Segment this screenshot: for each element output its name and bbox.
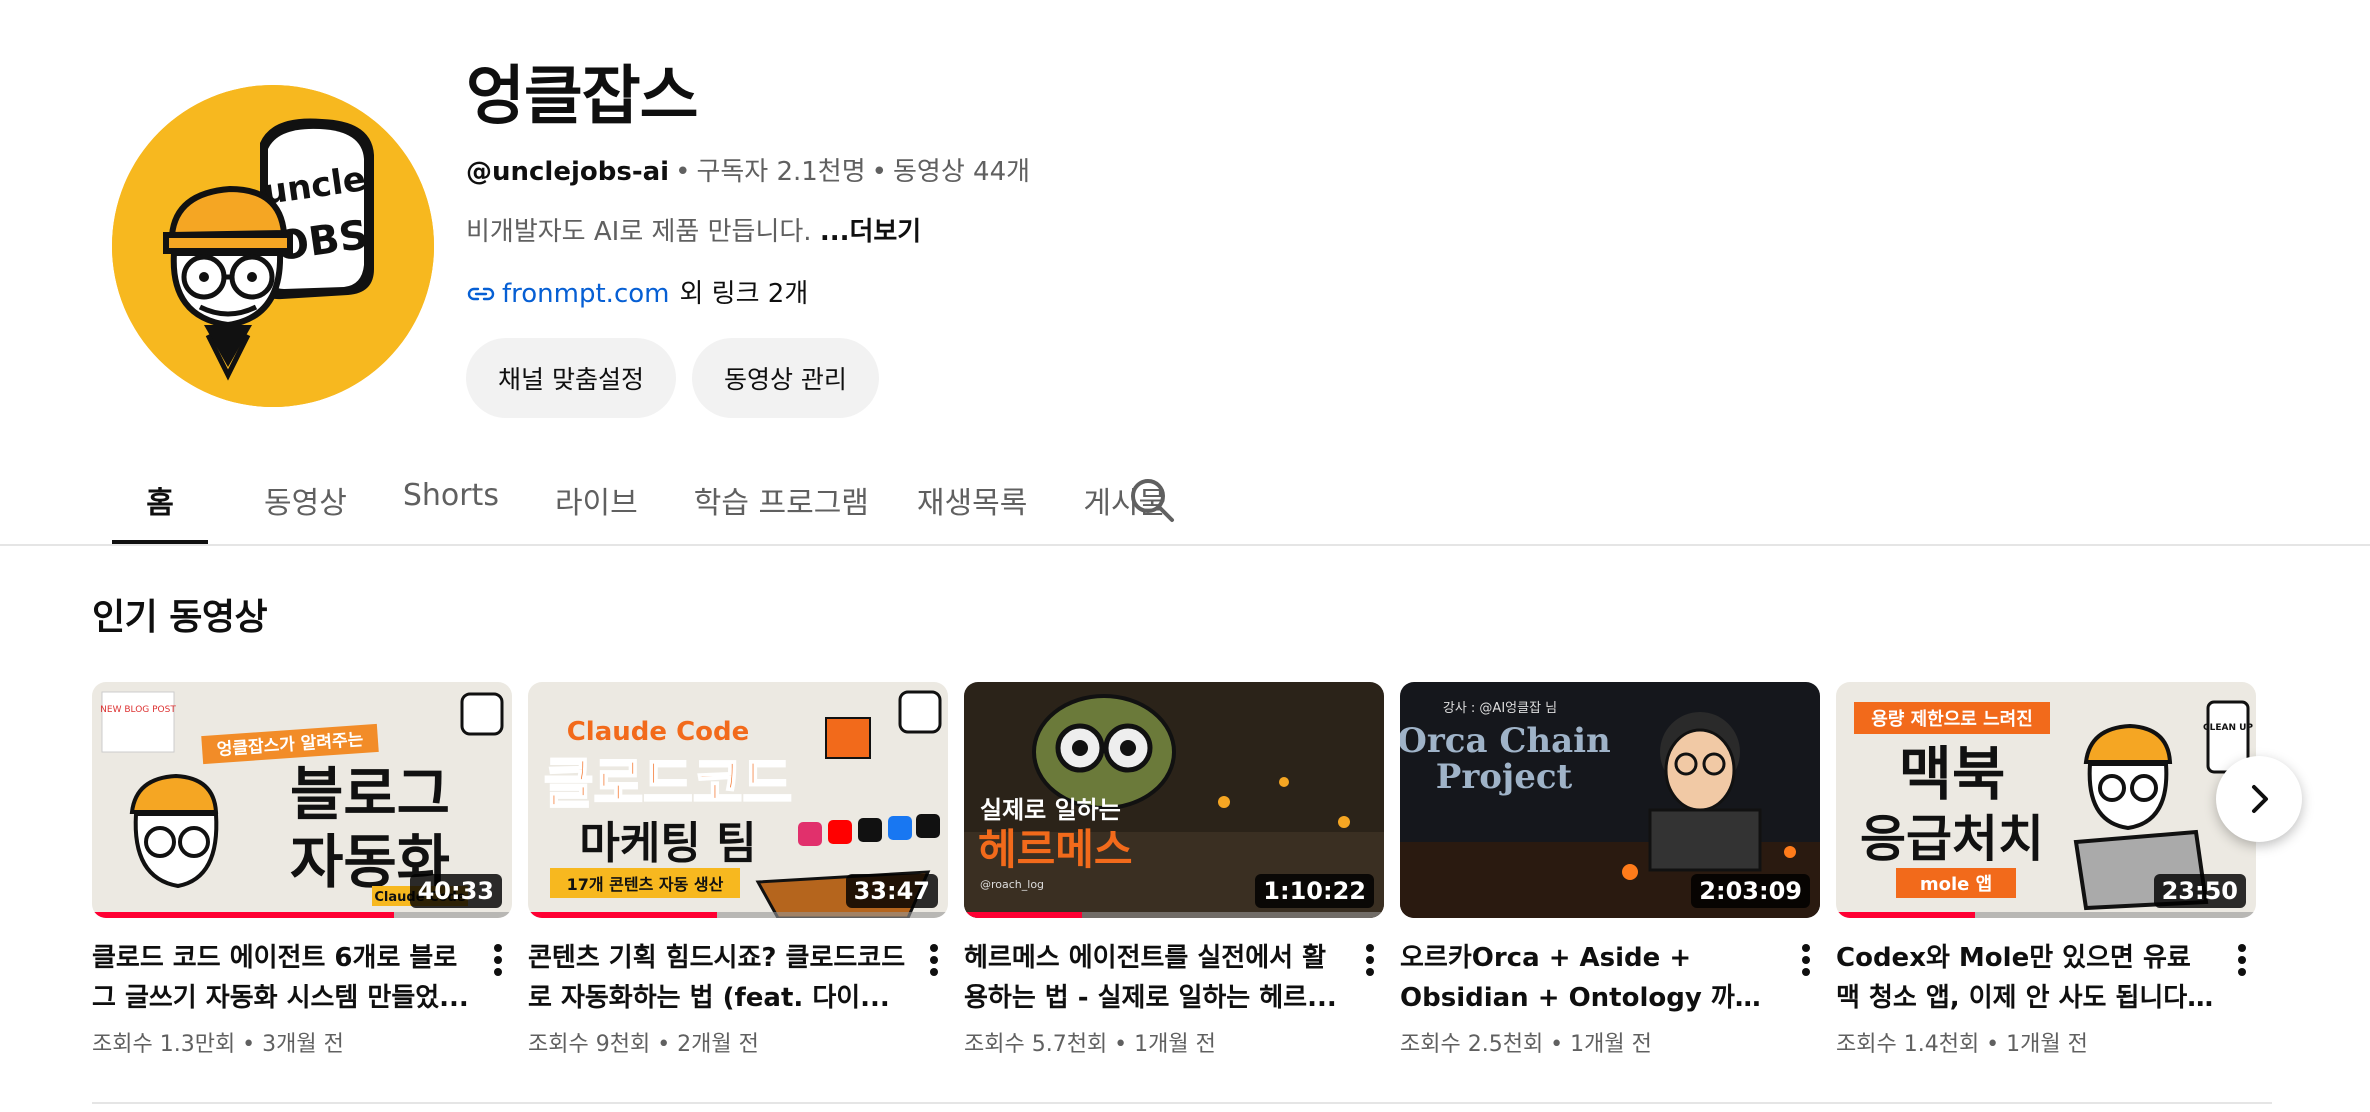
video-title[interactable]: 콘텐츠 기획 힘드시죠? 클로드코드로 자동화하는 법 (feat. 다이... <box>528 938 908 1018</box>
channel-tabs: 홈 동영상 Shorts 라이브 학습 프로그램 재생목록 게시물 <box>112 470 1166 544</box>
view-count: 조회수 5.7천회 <box>964 1032 1108 1057</box>
svg-text:mole 앱: mole 앱 <box>1920 874 1992 895</box>
more-vert-icon[interactable] <box>920 940 948 980</box>
separator-dot: • <box>675 157 691 187</box>
upload-age: 1개월 전 <box>1134 1032 1216 1057</box>
tabs-divider <box>0 544 2370 546</box>
video-duration: 1:10:22 <box>1255 874 1374 908</box>
search-icon[interactable] <box>1128 476 1178 526</box>
svg-text:마케팅 팀: 마케팅 팀 <box>579 818 756 869</box>
separator-dot: • <box>871 157 887 187</box>
tab-videos[interactable]: 동영상 <box>264 470 347 544</box>
view-count: 조회수 1.4천회 <box>1836 1032 1980 1057</box>
video-meta: 조회수 1.3만회 • 3개월 전 <box>92 1032 344 1057</box>
video-title[interactable]: Codex와 Mole만 있으면 유료 맥 청소 앱, 이제 안 사도 됩니다.… <box>1836 938 2216 1018</box>
tab-courses[interactable]: 학습 프로그램 <box>694 470 869 544</box>
video-duration: 2:03:09 <box>1691 874 1810 908</box>
more-vert-icon[interactable] <box>1356 940 1384 980</box>
video-duration: 40:33 <box>409 874 502 908</box>
view-count: 조회수 2.5천회 <box>1400 1032 1544 1057</box>
link-icon <box>467 287 495 301</box>
watch-progress <box>964 912 1082 918</box>
video-meta: 조회수 1.4천회 • 1개월 전 <box>1836 1032 2088 1057</box>
customize-channel-button[interactable]: 채널 맞춤설정 <box>466 338 676 418</box>
more-vert-icon[interactable] <box>1792 940 1820 980</box>
tab-home[interactable]: 홈 <box>112 470 208 544</box>
unclejobs-logo-icon: uncle JOBS <box>112 85 434 407</box>
video-card[interactable]: Claude Code 클로드코드 마케팅 팀 17개 콘텐츠 자동 생산 33… <box>528 682 948 1058</box>
video-duration: 33:47 <box>845 874 938 908</box>
svg-text:클로드코드: 클로드코드 <box>544 752 792 815</box>
svg-text:NEW BLOG POST: NEW BLOG POST <box>100 705 176 715</box>
video-title[interactable]: 오르카Orca + Aside + Obsidian + Ontology 까지… <box>1400 938 1780 1018</box>
channel-links[interactable]: fronmpt.com 외 링크 2개 <box>466 276 1866 312</box>
svg-text:맥북: 맥북 <box>1899 740 2006 808</box>
more-button[interactable]: ...더보기 <box>820 217 921 247</box>
upload-age: 3개월 전 <box>262 1032 344 1057</box>
view-count: 조회수 1.3만회 <box>92 1032 236 1057</box>
svg-text:17개 콘텐츠 자동 생산: 17개 콘텐츠 자동 생산 <box>567 875 724 894</box>
video-duration: 23:50 <box>2153 874 2246 908</box>
manage-videos-button[interactable]: 동영상 관리 <box>691 338 879 418</box>
svg-text:실제로 일하는: 실제로 일하는 <box>980 796 1121 824</box>
svg-text:Orca Chain: Orca Chain <box>1400 721 1611 761</box>
watch-progress <box>1836 912 1975 918</box>
video-thumbnail[interactable]: 강사 : @AI엉클잡 님 Orca Chain Project 2:03:09 <box>1400 682 1820 918</box>
video-thumbnail[interactable]: Claude Code 클로드코드 마케팅 팀 17개 콘텐츠 자동 생산 33… <box>528 682 948 918</box>
svg-text:CLEAN UP: CLEAN UP <box>2203 723 2253 733</box>
channel-name: 엉클잡스 <box>466 60 699 134</box>
chevron-right-icon <box>2252 785 2268 813</box>
svg-text:Project: Project <box>1436 757 1573 797</box>
video-thumbnail[interactable]: NEW BLOG POST 엉클잡스가 알려주는 블로그 자동화 Claude … <box>92 682 512 918</box>
channel-handle: @unclejobs-ai <box>466 157 670 187</box>
tab-live[interactable]: 라이브 <box>555 470 638 544</box>
channel-link[interactable]: fronmpt.com <box>502 276 669 312</box>
tab-shorts[interactable]: Shorts <box>403 470 499 544</box>
upload-age: 2개월 전 <box>677 1032 759 1057</box>
more-links[interactable]: 외 링크 2개 <box>679 276 808 312</box>
description-text: 비개발자도 AI로 제품 만듭니다. <box>466 217 812 247</box>
channel-avatar[interactable]: uncle JOBS <box>112 85 434 407</box>
video-card[interactable]: NEW BLOG POST 엉클잡스가 알려주는 블로그 자동화 Claude … <box>92 682 512 1058</box>
video-meta: 조회수 5.7천회 • 1개월 전 <box>964 1032 1216 1057</box>
svg-text:블로그: 블로그 <box>290 760 450 828</box>
svg-text:@roach_log: @roach_log <box>980 878 1044 891</box>
video-count: 동영상 44개 <box>893 157 1031 187</box>
video-thumbnail[interactable]: 실제로 일하는 헤르메스 @roach_log 1:10:22 <box>964 682 1384 918</box>
next-button[interactable] <box>2216 756 2302 842</box>
video-title[interactable]: 클로드 코드 에이전트 6개로 블로그 글쓰기 자동화 시스템 만들었... <box>92 938 472 1018</box>
video-thumbnail[interactable]: 용량 제한으로 느려진 맥북 응급처치 mole 앱 CLEAN UP 23:5… <box>1836 682 2256 918</box>
subscriber-count: 구독자 2.1천명 <box>696 157 866 187</box>
section-title: 인기 동영상 <box>92 597 268 638</box>
watch-progress <box>92 912 395 918</box>
watch-progress <box>528 912 717 918</box>
channel-description[interactable]: 비개발자도 AI로 제품 만듭니다. ...더보기 <box>466 214 1866 250</box>
section-divider <box>92 1102 2272 1104</box>
upload-age: 1개월 전 <box>1570 1032 1652 1057</box>
svg-text:Claude Code: Claude Code <box>567 717 750 747</box>
channel-actions: 채널 맞춤설정 동영상 관리 <box>466 338 1866 418</box>
svg-text:용량 제한으로 느려진: 용량 제한으로 느려진 <box>1871 709 2033 730</box>
view-count: 조회수 9천회 <box>528 1032 651 1057</box>
svg-text:헤르메스: 헤르메스 <box>978 825 1133 874</box>
video-card[interactable]: 실제로 일하는 헤르메스 @roach_log 1:10:22 헤르메스 에이전… <box>964 682 1384 1058</box>
video-card[interactable]: 강사 : @AI엉클잡 님 Orca Chain Project 2:03:09… <box>1400 682 1820 1058</box>
video-title[interactable]: 헤르메스 에이전트를 실전에서 활용하는 법 - 실제로 일하는 헤르... <box>964 938 1344 1018</box>
video-meta: 조회수 2.5천회 • 1개월 전 <box>1400 1032 1652 1057</box>
upload-age: 1개월 전 <box>2006 1032 2088 1057</box>
channel-info: 엉클잡스 @unclejobs-ai • 구독자 2.1천명 • 동영상 44개 비개발… <box>466 54 1866 418</box>
svg-text:강사 : @AI엉클잡 님: 강사 : @AI엉클잡 님 <box>1443 701 1557 716</box>
video-card[interactable]: 용량 제한으로 느려진 맥북 응급처치 mole 앱 CLEAN UP 23:5… <box>1836 682 2256 1058</box>
more-vert-icon[interactable] <box>484 940 512 980</box>
more-vert-icon[interactable] <box>2228 940 2256 980</box>
channel-meta: @unclejobs-ai • 구독자 2.1천명 • 동영상 44개 <box>466 154 1866 190</box>
tab-playlists[interactable]: 재생목록 <box>917 470 1027 544</box>
svg-text:응급처치: 응급처치 <box>1860 810 2044 868</box>
video-meta: 조회수 9천회 • 2개월 전 <box>528 1032 759 1057</box>
